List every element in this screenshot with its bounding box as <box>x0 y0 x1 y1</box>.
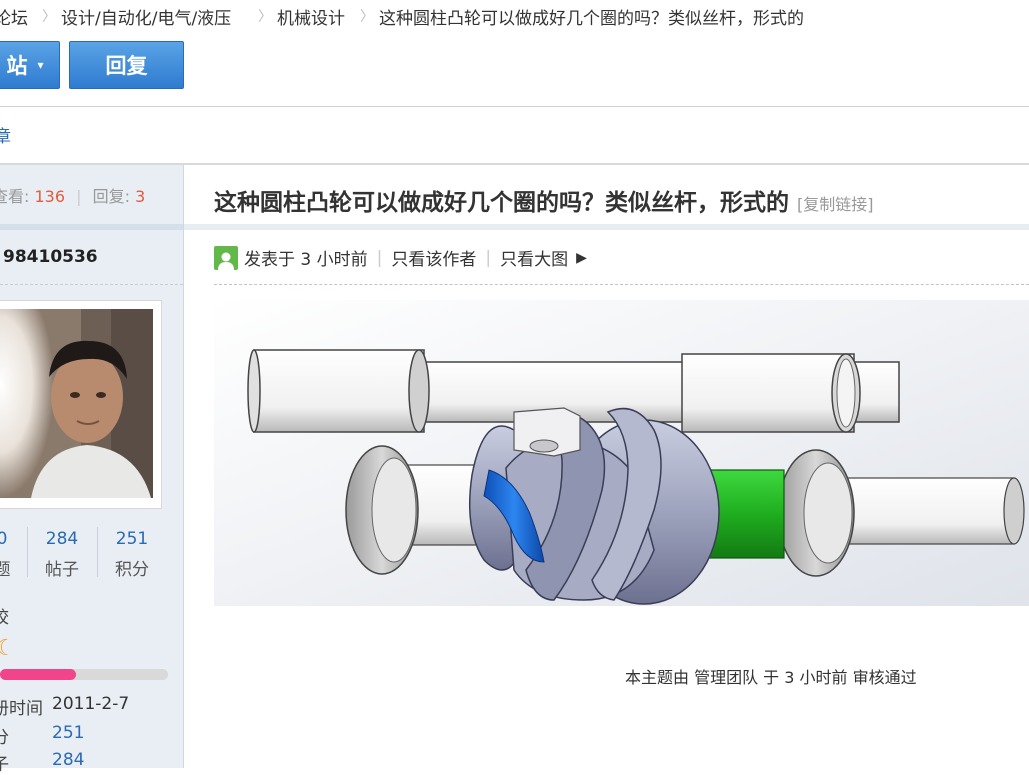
thread-stats: 查看: 136 | 回复: 3 <box>0 183 145 207</box>
views-label: 查看: <box>0 187 30 206</box>
meta-divider: | <box>485 247 492 268</box>
views-count: 136 <box>34 187 66 206</box>
level-progress-bar <box>0 669 168 680</box>
info-value: 2011-2-7 <box>52 694 130 714</box>
title-divider <box>184 224 1029 230</box>
dashed-divider <box>0 284 183 285</box>
meta-divider: | <box>376 247 383 268</box>
moon-icon: ☾ <box>0 636 16 661</box>
divider <box>0 106 1029 107</box>
post-title: 这种圆柱凸轮可以做成好几个圈的吗？类似丝杆，形式的 [复制链接] <box>214 183 874 217</box>
stats-divider: | <box>76 187 82 206</box>
author-stat-posts[interactable]: 284 帖子 <box>32 529 92 580</box>
info-points: 分 251 <box>0 723 84 748</box>
breadcrumb-separator: 〉 <box>360 9 374 25</box>
reply-button[interactable]: 回复 <box>69 41 184 89</box>
info-value[interactable]: 251 <box>52 723 84 743</box>
info-register-date: 册时间 2011-2-7 <box>0 694 129 719</box>
only-author-link[interactable]: 只看该作者 <box>391 245 476 270</box>
breadcrumb: 论坛 〉 设计/自动化/电气/液压 〉 机械设计 〉 这种圆柱凸轮可以做成好几个… <box>0 0 1029 30</box>
breadcrumb-separator: 〉 <box>42 9 56 25</box>
breadcrumb-separator: 〉 <box>258 9 272 25</box>
reply-label: 回复 <box>105 54 148 78</box>
breadcrumb-subforum[interactable]: 机械设计 <box>277 4 345 29</box>
new-post-button[interactable]: 站 ▾ <box>0 41 60 89</box>
breadcrumb-category[interactable]: 设计/自动化/电气/液压 <box>61 4 231 29</box>
only-large-image-link[interactable]: 只看大图 <box>500 245 568 270</box>
author-username[interactable]: 98410536 <box>3 247 98 267</box>
triangle-right-icon[interactable]: ▶ <box>576 250 587 266</box>
stat-divider <box>97 527 98 577</box>
stat-divider <box>27 527 28 577</box>
author-stat-points[interactable]: 251 积分 <box>102 529 162 580</box>
sidebar-divider <box>0 224 183 230</box>
info-value[interactable]: 284 <box>52 750 84 770</box>
post-time: 发表于 3 小时前 <box>244 250 368 270</box>
level-progress-fill <box>0 669 76 680</box>
copy-link-button[interactable]: [复制链接] <box>797 195 874 214</box>
new-post-label: 站 <box>6 54 28 78</box>
avatar-frame <box>0 300 162 509</box>
breadcrumb-forum[interactable]: 论坛 <box>0 4 28 29</box>
replies-label: 回复: <box>92 187 131 206</box>
stat-value: 284 <box>45 529 79 549</box>
user-icon <box>214 245 238 270</box>
post-image[interactable] <box>214 300 1029 606</box>
review-note: 本主题由 管理团队 于 3 小时前 审核通过 <box>625 668 917 687</box>
avatar[interactable] <box>0 309 153 498</box>
breadcrumb-current: 这种圆柱凸轮可以做成好几个圈的吗？类似丝杆，形式的 <box>379 9 804 29</box>
user-level: 校 <box>0 608 9 628</box>
chevron-down-icon: ▾ <box>37 58 44 72</box>
info-posts: 子 284 <box>0 750 84 775</box>
info-key: 子 <box>0 755 9 775</box>
stat-label: 帖子 <box>45 560 79 580</box>
post-title-text: 这种圆柱凸轮可以做成好几个圈的吗？类似丝杆，形式的 <box>214 190 789 216</box>
thread-nav-link[interactable]: 章 <box>0 122 11 147</box>
info-key: 册时间 <box>0 699 43 719</box>
stat-value: 251 <box>115 529 149 549</box>
post-meta: 发表于 3 小时前 | 只看该作者 | 只看大图 ▶ <box>214 245 587 270</box>
info-key: 分 <box>0 728 9 748</box>
stat-label: 积分 <box>115 560 149 580</box>
dashed-divider <box>214 284 1029 285</box>
replies-count: 3 <box>135 187 146 206</box>
